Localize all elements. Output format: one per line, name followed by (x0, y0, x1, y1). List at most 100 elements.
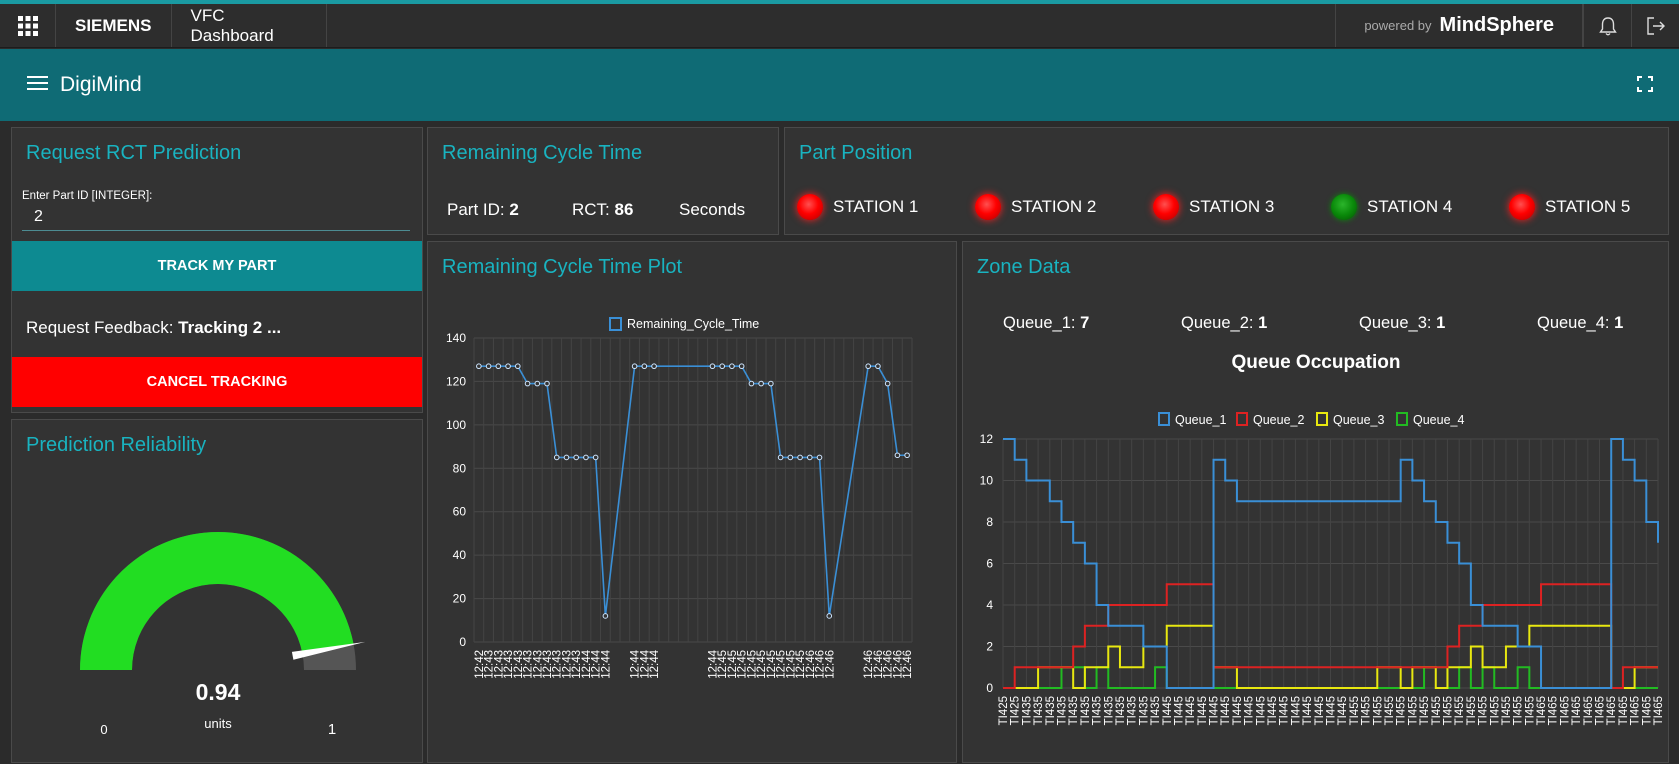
x-tick-label: TI435 (1056, 696, 1068, 725)
x-tick-label: TI455 (1396, 696, 1408, 725)
x-tick-label: 12:44 (649, 649, 661, 678)
station-2-indicator (975, 194, 1001, 220)
powered-by-label: powered by (1364, 18, 1432, 33)
y-tick-label: 6 (986, 557, 993, 571)
x-tick-label: TI465 (1559, 696, 1571, 725)
station-3-indicator (1153, 194, 1179, 220)
data-point (729, 363, 735, 370)
y-tick-label: 0 (986, 681, 993, 695)
x-tick-label: TI455 (1489, 696, 1501, 725)
y-tick-label: 10 (980, 474, 994, 488)
feedback-value: Tracking 2 ... (178, 318, 282, 337)
x-tick-label: TI445 (1314, 696, 1326, 725)
x-tick-label: TI465 (1606, 696, 1618, 725)
x-tick-label: TI435 (1127, 696, 1139, 725)
y-tick-label: 80 (453, 461, 467, 475)
bell-icon (1598, 16, 1617, 35)
station-1: STATION 1 (797, 194, 918, 220)
x-tick-label: TI455 (1384, 696, 1396, 725)
queue-occupation-chart: Queue Occupation024681012TI425 TI425 TI435… (980, 352, 1665, 725)
part-id-underline (22, 230, 410, 231)
rct-value: RCT: 86 (572, 200, 633, 220)
gauge-max: 1 (328, 721, 336, 738)
reliability-gauge: 0.94 units 0 1 (80, 531, 366, 738)
request-panel-title: Request RCT Prediction (26, 142, 242, 164)
data-point (797, 454, 803, 461)
data-point (563, 454, 570, 461)
logout-button[interactable] (1631, 4, 1679, 47)
position-panel-title: Part Position (799, 142, 913, 164)
chart-title: Queue Occupation (1232, 352, 1401, 373)
data-point (495, 363, 502, 370)
track-part-button[interactable]: TRACK MY PART (12, 241, 422, 291)
y-tick-label: 8 (986, 515, 993, 529)
station-5-indicator (1509, 194, 1535, 220)
cancel-tracking-button[interactable]: CANCEL TRACKING (12, 357, 422, 407)
legend-label: Queue_3 (1333, 413, 1384, 427)
app-name[interactable]: VFC Dashboard (172, 4, 327, 47)
station-4: STATION 4 (1331, 194, 1452, 220)
station-3-label: STATION 3 (1189, 197, 1275, 216)
data-point (904, 452, 910, 459)
x-tick-label: TI445 (1290, 696, 1302, 725)
legend-swatch (1396, 412, 1408, 426)
data-point (816, 454, 823, 461)
y-tick-label: 140 (446, 331, 466, 345)
part-id-key: Part ID: (447, 200, 505, 219)
notifications-button[interactable] (1583, 4, 1631, 47)
x-tick-label: TI445 (1255, 696, 1267, 725)
x-tick-label: TI435 (1138, 696, 1150, 725)
rct-plot-panel: Remaining Cycle Time Plot 0 20 40 60 80 100 12… (427, 241, 957, 763)
hamburger-menu-button[interactable] (26, 74, 50, 97)
data-point (826, 613, 833, 619)
data-point (573, 454, 579, 461)
data-point (515, 363, 521, 370)
legend-swatch (1316, 412, 1328, 426)
series-line (478, 365, 908, 617)
x-tick-label: TI435 (1150, 696, 1162, 725)
x-tick-label: TI445 (1173, 696, 1185, 725)
legend-swatch (1236, 412, 1248, 426)
part-id-input[interactable]: 2 (34, 208, 43, 226)
station-2: STATION 2 (975, 194, 1096, 220)
data-point (865, 363, 872, 370)
y-tick-label: 20 (453, 592, 467, 606)
x-tick-label: TI465 (1536, 696, 1548, 725)
y-tick-label: 120 (446, 374, 466, 388)
data-point (748, 380, 755, 387)
data-point (651, 363, 657, 370)
y-tick-label: 0 (459, 635, 466, 649)
position-panel: Part Position STATION 1 STATION 2 STATIO… (784, 127, 1669, 235)
rct-key: RCT: (572, 200, 610, 219)
x-tick-label: TI465 (1595, 696, 1607, 725)
grid-icon (17, 15, 38, 36)
rct-panel-title: Remaining Cycle Time (442, 142, 643, 164)
fullscreen-button[interactable] (1637, 76, 1653, 97)
station-1-label: STATION 1 (833, 197, 919, 216)
powered-by: powered by MindSphere (1335, 4, 1583, 47)
x-tick-label: 12:46 (824, 650, 836, 679)
data-point (807, 454, 813, 461)
legend-label: Queue_4 (1413, 413, 1464, 427)
x-tick-label: TI455 (1431, 696, 1443, 725)
station-2-label: STATION 2 (1011, 197, 1097, 216)
data-point (631, 363, 638, 370)
x-tick-label: TI435 (1045, 696, 1057, 725)
x-tick-label: TI455 (1454, 696, 1466, 725)
x-tick-label: TI435 (1115, 696, 1127, 725)
x-tick-label: TI455 (1478, 696, 1490, 725)
data-point (758, 380, 764, 387)
data-point (583, 454, 589, 461)
dashboard-title: DigiMind (60, 73, 142, 96)
data-point (787, 454, 794, 461)
x-tick-label: TI465 (1618, 696, 1630, 725)
data-point (738, 363, 745, 370)
app-launcher-button[interactable] (0, 4, 56, 47)
legend-label: Remaining_Cycle_Time (627, 317, 759, 331)
x-tick-label: TI455 (1419, 696, 1431, 725)
legend-swatch (1158, 412, 1170, 426)
x-tick-label: TI445 (1244, 696, 1256, 725)
x-tick-label: TI435 (1103, 696, 1115, 725)
x-tick-label: TI465 (1583, 696, 1595, 725)
y-tick-label: 40 (453, 548, 467, 562)
